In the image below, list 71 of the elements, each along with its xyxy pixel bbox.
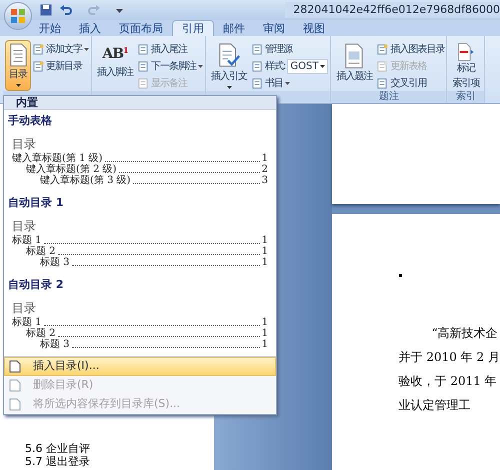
document-icon: [8, 43, 28, 67]
office-button[interactable]: [4, 2, 32, 30]
ribbon-tab[interactable]: 页面布局: [110, 20, 172, 36]
ribbon-tab[interactable]: 邮件: [214, 20, 254, 36]
window-title: 282041042e42ff6e012e7968df86000: [285, 2, 500, 18]
ribbon-button[interactable]: 添加文字: [33, 42, 89, 56]
paragraph-line: 并于 2010 年 2 月: [398, 349, 500, 365]
ribbon-tab[interactable]: 引用: [172, 20, 214, 36]
ribbon-big-button[interactable]: 标记 索引项: [449, 40, 482, 91]
style-label: 样式:: [265, 60, 286, 74]
outline-item: 5.6 企业自评: [25, 442, 91, 455]
menu-header: 内置: [4, 96, 276, 110]
ribbon-button[interactable]: 交叉引用: [377, 76, 444, 90]
preview-title: 目录: [12, 301, 37, 315]
toc-entry: 键入章标题(第 1 级) 1: [12, 153, 268, 164]
ribbon-tab[interactable]: 插入: [70, 20, 110, 36]
caret-icon: [16, 84, 20, 86]
undo-icon[interactable]: [60, 4, 72, 16]
ribbon-button[interactable]: 管理源: [252, 42, 328, 56]
picture-document-icon: [344, 43, 364, 69]
toc-entry: 标题 3 1: [39, 257, 268, 268]
insert-toc-icon: [9, 360, 21, 373]
toc-entry: 标题 2 1: [25, 246, 268, 257]
menu-item[interactable]: 插入目录(I)...: [4, 357, 276, 376]
group-label: 题注: [331, 91, 446, 103]
bullet-icon: [398, 274, 402, 277]
preview-title: 目录: [12, 219, 37, 233]
ribbon-tab[interactable]: 开始: [30, 20, 70, 36]
section-title: 自动目录 1: [7, 195, 64, 209]
document-check-icon: [217, 43, 241, 69]
toc-entry: 标题 1 1: [12, 235, 268, 246]
style-select[interactable]: GOST: [287, 58, 328, 74]
add-text-icon: [33, 44, 44, 54]
outline-item: 5.7 退出登录: [25, 455, 91, 468]
ribbon-big-button[interactable]: 目录: [5, 40, 31, 91]
save-toc-icon: [9, 398, 21, 411]
toc-entry: 标题 1 1: [12, 317, 268, 328]
update-icon: [377, 60, 388, 72]
ribbon-button[interactable]: 插入尾注: [138, 42, 203, 56]
caret-icon: [226, 86, 232, 88]
group-label: 索引: [447, 91, 484, 103]
update-icon: [33, 60, 44, 72]
caret-icon: [285, 82, 290, 84]
ribbon-big-button[interactable]: AB$^{1}$ 插入脚注: [94, 40, 136, 91]
toc-entry: 标题 3 1: [39, 339, 268, 350]
customize-icon[interactable]: [116, 7, 123, 13]
ribbon-button[interactable]: 下一条脚注: [138, 59, 203, 73]
remove-toc-icon: [9, 379, 21, 392]
toc-entry: 键入章标题(第 3 级) 3: [39, 175, 268, 186]
toc-entry: 键入章标题(第 2 级) 2: [25, 164, 268, 175]
save-icon[interactable]: [40, 4, 52, 16]
ribbon-tab[interactable]: 审阅: [254, 20, 294, 36]
ribbon-button[interactable]: 更新目录: [33, 59, 89, 73]
toc-entry: 标题 2 1: [25, 328, 268, 339]
footnote-icon: AB$^{1}$: [102, 43, 128, 65]
ribbon-big-button[interactable]: 插入题注: [333, 40, 376, 91]
caret-icon: [84, 48, 89, 50]
ribbon-big-button[interactable]: 插入引文: [208, 40, 250, 91]
preview-title: 目录: [12, 137, 37, 151]
ribbon-tab[interactable]: 视图: [294, 20, 334, 36]
paragraph-line: “高新技术企: [430, 325, 499, 341]
office-logo-icon: [11, 9, 25, 23]
caret-icon: [198, 64, 203, 68]
section-title: 手动表格: [7, 113, 53, 127]
caret-icon: [320, 64, 326, 68]
paragraph-line: 业认定管理工: [398, 397, 472, 413]
add-text-icon: [377, 44, 388, 54]
ribbon-button[interactable]: 书目: [252, 76, 328, 90]
section-title: 自动目录 2: [7, 277, 64, 291]
ribbon-button[interactable]: 插入图表目录: [377, 42, 444, 56]
paragraph-line: 验收，于 2011 年: [398, 373, 498, 389]
